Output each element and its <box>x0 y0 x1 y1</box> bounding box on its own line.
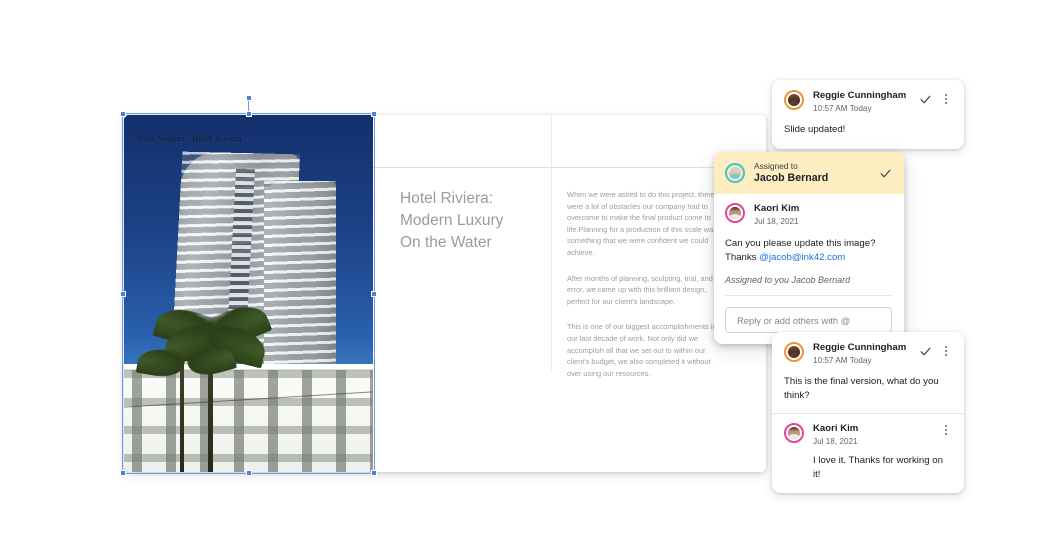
comment-author-block: Kaori Kim Jul 18, 2021 <box>754 203 892 228</box>
image-caption-title: Hotel Riviera <box>192 134 242 143</box>
reply-input[interactable] <box>735 313 882 327</box>
comment-actions <box>919 344 952 358</box>
assignee-block: Assigned to Jacob Bernard <box>754 161 879 185</box>
avatar-reggie-cunningham <box>784 342 804 362</box>
check-icon[interactable] <box>879 167 892 180</box>
comment-timestamp: 10:57 AM Today <box>813 356 872 365</box>
comment-author-name: Reggie Cunningham <box>813 342 907 353</box>
comment-header: Reggie Cunningham 10:57 AM Today <box>784 342 952 367</box>
slide-title: Hotel Riviera: Modern Luxury On the Wate… <box>400 190 504 251</box>
comment-header: Reggie Cunningham 10:57 AM Today <box>784 90 952 115</box>
check-icon[interactable] <box>919 345 932 358</box>
comment-body-text: Slide updated! <box>784 124 846 135</box>
slide-paragraph-3: This is one of our biggest accomplishmen… <box>567 322 717 378</box>
comment-author-name: Reggie Cunningham <box>813 90 907 101</box>
rotate-stem <box>248 100 249 114</box>
slide-vertical-divider <box>551 115 552 370</box>
rotate-handle[interactable] <box>245 95 252 101</box>
comment-timestamp: 10:57 AM Today <box>813 104 872 113</box>
mention-link[interactable]: @jacob@ink42.com <box>759 252 845 263</box>
reply-body-text: I love it. Thanks for working on it! <box>813 455 943 480</box>
comment-text-line-2: Thanks @jacob@ink42.com <box>725 251 892 265</box>
avatar-jacob-bernard <box>725 163 745 183</box>
comment-text-line-1: Can you please update this image? <box>725 238 876 249</box>
slide-paragraph-1: When we were asked to do this project, t… <box>567 190 717 257</box>
comment-divider <box>772 413 964 414</box>
comment-card-active[interactable]: Assigned to Jacob Bernard Kaori Kim Jul … <box>714 152 904 344</box>
more-vert-icon[interactable] <box>940 423 952 437</box>
comment-card-active-body: Kaori Kim Jul 18, 2021 Can you please up… <box>714 194 904 344</box>
comment-timestamp: Jul 18, 2021 <box>754 217 799 226</box>
lowrise-window-grid <box>124 370 373 472</box>
comment-author-block: Reggie Cunningham 10:57 AM Today <box>813 90 919 115</box>
palm-tree-back <box>135 341 238 472</box>
slide-hero-image[interactable]: Case Studies Hotel Riviera <box>124 115 373 472</box>
assigned-label: Assigned to <box>754 161 798 171</box>
check-icon[interactable] <box>919 93 932 106</box>
lowrise-hotel-building <box>124 364 373 472</box>
assigned-banner: Assigned to Jacob Bernard <box>714 152 904 194</box>
comment-reply-header: Kaori Kim Jul 18, 2021 <box>784 423 952 448</box>
slide-canvas[interactable]: Case Studies Hotel Riviera Hotel Riviera:… <box>124 115 766 472</box>
more-vert-icon[interactable] <box>940 344 952 358</box>
reply-author-name: Kaori Kim <box>813 423 859 434</box>
assignment-note: Assigned to you Jacob Bernard <box>725 275 892 296</box>
comment-text-thanks: Thanks <box>725 252 760 263</box>
comment-body-text: Can you please update this image? Thanks… <box>725 237 892 265</box>
avatar-kaori-kim <box>784 423 804 443</box>
image-caption-prefix: Case Studies <box>138 134 186 143</box>
avatar-kaori-kim <box>725 203 745 223</box>
comment-header: Kaori Kim Jul 18, 2021 <box>725 203 892 228</box>
avatar-reggie-cunningham <box>784 90 804 110</box>
comment-card-bottom[interactable]: Reggie Cunningham 10:57 AM Today This is… <box>772 332 964 493</box>
reply-author-block: Kaori Kim Jul 18, 2021 <box>813 423 940 448</box>
reply-box[interactable] <box>725 307 892 333</box>
slide-paragraph-2: After months of planning, sculpting, tri… <box>567 273 713 306</box>
palm-tree-front <box>152 298 273 472</box>
comment-author-block: Reggie Cunningham 10:57 AM Today <box>813 342 919 367</box>
comment-body-text: This is the final version, what do you t… <box>784 376 939 401</box>
image-caption: Case Studies Hotel Riviera <box>138 134 242 143</box>
comment-author-name: Kaori Kim <box>754 203 800 214</box>
slide-body-text: When we were asked to do this project, t… <box>567 189 719 393</box>
comment-card-top[interactable]: Reggie Cunningham 10:57 AM Today Slide u… <box>772 80 964 149</box>
more-vert-icon[interactable] <box>940 92 952 106</box>
assignee-name: Jacob Bernard <box>754 172 829 184</box>
comment-actions <box>919 92 952 106</box>
reply-timestamp: Jul 18, 2021 <box>813 437 858 446</box>
